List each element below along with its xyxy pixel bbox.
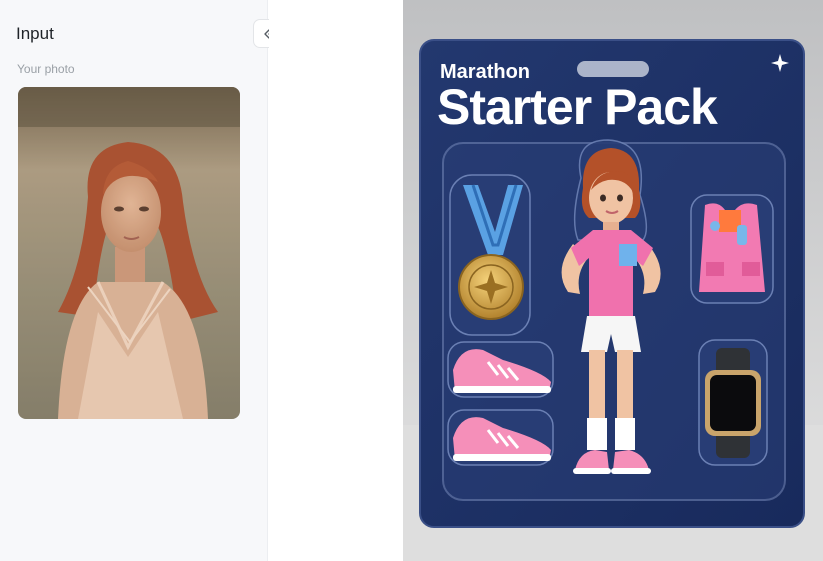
content-gap (269, 0, 403, 561)
vest-accessory (690, 194, 774, 304)
panel-title: Input (16, 24, 54, 43)
user-photo[interactable] (18, 87, 240, 419)
package-title: Starter Pack (437, 79, 718, 135)
medal-accessory (449, 174, 531, 336)
photo-label: Your photo (17, 62, 75, 76)
app-root: Input Your photo Marathon Starter Pack (0, 0, 823, 561)
input-panel: Input Your photo (0, 0, 284, 561)
smartwatch-accessory (698, 339, 768, 466)
result-image[interactable]: Marathon Starter Pack (403, 0, 823, 561)
user-photo-image (18, 87, 240, 419)
